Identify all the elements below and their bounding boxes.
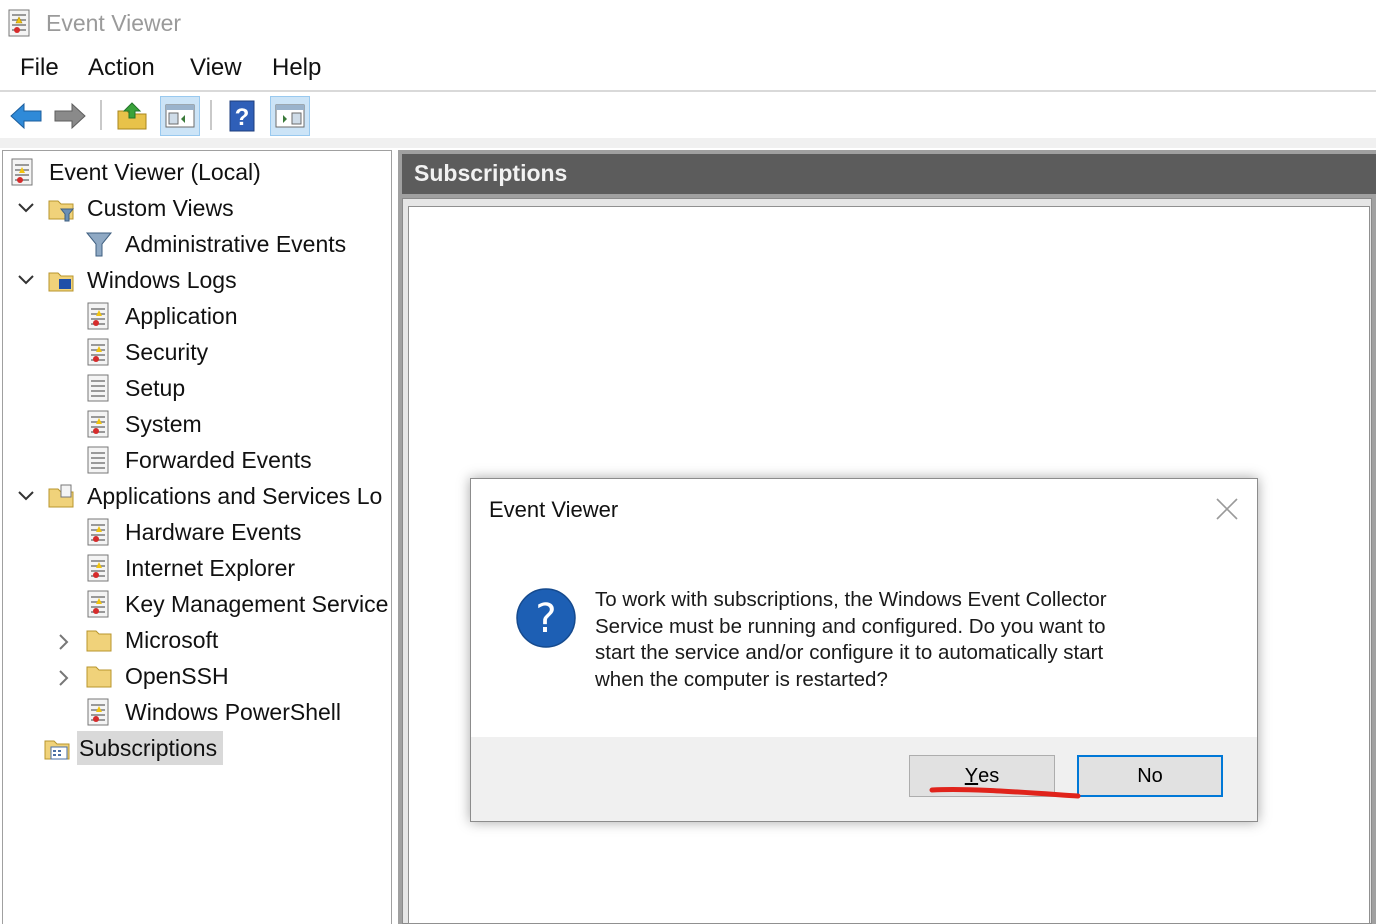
tree-label: Forwarded Events: [125, 447, 312, 473]
event-viewer-app-icon: [8, 9, 30, 37]
menu-file[interactable]: File: [18, 54, 61, 82]
subscriptions-icon: [44, 740, 70, 760]
log-plain-icon: [87, 374, 109, 402]
tree-label: Applications and Services Lo: [87, 483, 383, 509]
log-icon: [87, 590, 109, 618]
log-icon: [87, 302, 109, 330]
toolbar: ?: [0, 92, 1376, 138]
folder-filter-icon: [48, 200, 75, 222]
menu-help[interactable]: Help: [270, 54, 323, 82]
tree-node-applications-and-services-logs[interactable]: Applications and Services Lo: [47, 479, 388, 513]
window-title: Event Viewer: [46, 10, 182, 36]
console-tree-icon: [165, 104, 195, 128]
menu-bar: File Action View Help: [0, 46, 1376, 90]
tree-node-application[interactable]: Application: [85, 299, 244, 333]
tree-label: Administrative Events: [125, 231, 347, 257]
chevron-down-icon[interactable]: [17, 489, 35, 503]
folder-icon: [86, 666, 112, 688]
no-button[interactable]: No: [1077, 755, 1223, 797]
log-icon: [87, 698, 109, 726]
log-icon: [87, 410, 109, 438]
filter-icon: [85, 232, 113, 257]
toolbar-separator: [100, 100, 102, 130]
svg-text:?: ?: [535, 596, 556, 642]
up-one-level-button[interactable]: [112, 96, 152, 136]
event-viewer-icon: [11, 158, 33, 186]
toolbar-separator-band: [0, 138, 1376, 148]
chevron-down-icon[interactable]: [17, 273, 35, 287]
tree-node-event-viewer-local[interactable]: Event Viewer (Local): [9, 155, 267, 189]
help-button[interactable]: ?: [222, 96, 262, 136]
tree-label: Windows PowerShell: [125, 699, 342, 725]
tree-node-custom-views[interactable]: Custom Views: [47, 191, 240, 225]
tree-label: System: [125, 411, 202, 437]
forward-arrow-icon: [54, 102, 86, 130]
close-icon[interactable]: [1211, 493, 1243, 525]
dialog-title: Event Viewer: [489, 497, 619, 522]
tree-node-forwarded-events[interactable]: Forwarded Events: [85, 443, 318, 477]
tree-label: Application: [125, 303, 238, 329]
log-plain-icon: [87, 446, 109, 474]
back-arrow-icon: [10, 102, 42, 130]
dialog-footer: Yes No: [471, 737, 1257, 821]
forward-button[interactable]: [50, 96, 90, 136]
tree-node-internet-explorer[interactable]: Internet Explorer: [85, 551, 301, 585]
action-pane-icon: [275, 104, 305, 128]
show-hide-console-tree-button[interactable]: [160, 96, 200, 136]
annotation-underline: [929, 786, 1081, 799]
pane-title: Subscriptions: [414, 160, 568, 186]
dialog-message: To work with subscriptions, the Windows …: [595, 587, 1215, 693]
question-icon: ?: [516, 588, 576, 648]
tree-label: Setup: [125, 375, 186, 401]
toolbar-separator: [210, 100, 212, 130]
results-pane-header: Subscriptions: [402, 154, 1376, 194]
tree-label: Security: [125, 339, 209, 365]
tree-label: Internet Explorer: [125, 555, 296, 581]
confirmation-dialog: Event Viewer ? To work with subscription…: [470, 478, 1258, 822]
tree-label: Hardware Events: [125, 519, 302, 545]
message-line: Service must be running and configured. …: [595, 614, 1106, 638]
tree-node-key-management-service[interactable]: Key Management Service: [85, 587, 391, 621]
chevron-down-icon[interactable]: [17, 201, 35, 215]
message-line: To work with subscriptions, the Windows …: [595, 588, 1107, 611]
tree-node-setup[interactable]: Setup: [85, 371, 191, 405]
tree-node-administrative-events[interactable]: Administrative Events: [85, 227, 352, 261]
tree-node-windows-powershell[interactable]: Windows PowerShell: [85, 695, 347, 729]
tree-label: Event Viewer (Local): [49, 159, 261, 185]
message-line: when the computer is restarted?: [595, 667, 888, 691]
tree-label: Subscriptions: [77, 731, 224, 765]
chevron-right-icon[interactable]: [57, 669, 71, 687]
menu-action[interactable]: Action: [86, 54, 157, 82]
tree-label: Custom Views: [87, 195, 234, 221]
no-label: No: [1137, 764, 1163, 787]
log-icon: [87, 338, 109, 366]
tree-node-windows-logs[interactable]: Windows Logs: [47, 263, 243, 297]
log-icon: [87, 518, 109, 546]
tree-label: Windows Logs: [87, 267, 237, 293]
tree-node-hardware-events[interactable]: Hardware Events: [85, 515, 307, 549]
menu-view[interactable]: View: [188, 54, 244, 82]
tree-node-system[interactable]: System: [85, 407, 208, 441]
folder-icon: [86, 630, 112, 652]
tree-node-security[interactable]: Security: [85, 335, 214, 369]
tree-label: Microsoft: [125, 627, 219, 653]
console-tree: Event Viewer (Local) Custom Views Admini…: [2, 150, 392, 924]
folder-logs-icon: [48, 484, 74, 508]
title-bar: Event Viewer: [0, 0, 1376, 46]
tree-label: Key Management Service: [125, 591, 389, 617]
help-icon: ?: [229, 100, 255, 132]
message-line: start the service and/or configure it to…: [595, 641, 1104, 664]
tree-node-openssh[interactable]: OpenSSH: [85, 659, 235, 693]
show-hide-action-pane-button[interactable]: [270, 96, 310, 136]
up-folder-icon: [117, 102, 147, 130]
chevron-right-icon[interactable]: [57, 633, 71, 651]
folder-windows-icon: [48, 272, 74, 292]
tree-label: OpenSSH: [125, 663, 229, 689]
log-icon: [87, 554, 109, 582]
back-button[interactable]: [6, 96, 46, 136]
tree-node-microsoft[interactable]: Microsoft: [85, 623, 224, 657]
svg-text:?: ?: [235, 104, 250, 131]
tree-node-subscriptions[interactable]: Subscriptions: [43, 731, 224, 765]
